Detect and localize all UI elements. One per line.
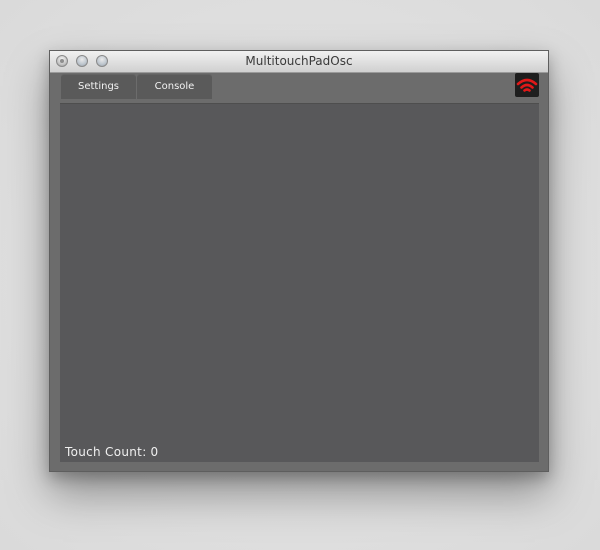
desktop: MultitouchPadOsc Settings Console Touch … <box>0 0 600 550</box>
wifi-signal-icon[interactable] <box>515 73 539 97</box>
toolbar: Settings Console <box>50 73 548 101</box>
tab-console[interactable]: Console <box>137 74 212 99</box>
touch-count-readout: Touch Count: 0 <box>65 445 158 459</box>
touch-count-label: Touch Count: <box>65 445 147 459</box>
title-bar[interactable]: MultitouchPadOsc <box>50 51 548 73</box>
tab-settings[interactable]: Settings <box>61 74 136 99</box>
touch-pad-area[interactable]: Touch Count: 0 <box>60 103 539 462</box>
app-window: MultitouchPadOsc Settings Console Touch … <box>49 50 549 472</box>
window-title: MultitouchPadOsc <box>245 54 353 68</box>
touch-count-value: 0 <box>150 445 159 459</box>
